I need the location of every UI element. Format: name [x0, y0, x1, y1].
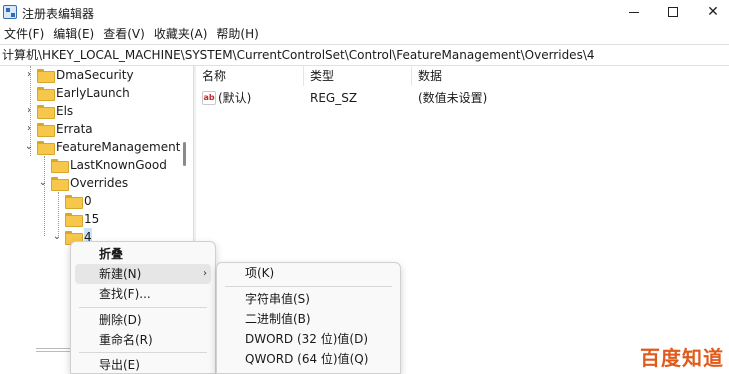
folder-icon	[65, 195, 83, 209]
submenu-item-qword-value[interactable]: QWORD (64 位)值(Q)	[221, 349, 396, 369]
tree-item-label: Errata	[56, 122, 93, 136]
tree-item-label: LastKnownGood	[70, 158, 167, 172]
menu-item-new[interactable]: 新建(N) ›	[75, 264, 211, 284]
menu-item-rename[interactable]: 重命名(R)	[75, 330, 211, 350]
watermark-logo: 百度知道	[640, 346, 724, 370]
menu-bar: 文件(F) 编辑(E) 查看(V) 收藏夹(A) 帮助(H)	[0, 24, 729, 44]
submenu-arrow-icon: ›	[203, 268, 207, 279]
tree-item-errata[interactable]: › Errata	[24, 120, 93, 138]
value-data: (数值未设置)	[418, 91, 488, 105]
submenu-item-dword-value[interactable]: DWORD (32 位)值(D)	[221, 329, 396, 349]
menu-favorites[interactable]: 收藏夹(A)	[150, 24, 212, 44]
title-bar: 注册表编辑器 ✕	[0, 0, 729, 24]
new-submenu: 项(K) 字符串值(S) 二进制值(B) DWORD (32 位)值(D) QW…	[216, 262, 401, 374]
maximize-icon	[668, 7, 678, 17]
folder-icon	[37, 105, 55, 119]
tree-item-label: 15	[84, 212, 100, 226]
folder-icon	[51, 159, 69, 173]
value-row-default[interactable]: ab (默认) REG_SZ (数值未设置)	[196, 88, 729, 108]
column-header-name[interactable]: 名称	[196, 66, 304, 86]
maximize-button[interactable]	[651, 0, 695, 24]
menu-help[interactable]: 帮助(H)	[212, 24, 262, 44]
menu-edit[interactable]: 编辑(E)	[49, 24, 98, 44]
window-title: 注册表编辑器	[22, 7, 95, 21]
submenu-item-binary-value[interactable]: 二进制值(B)	[221, 309, 396, 329]
tree-item-label: Els	[56, 104, 74, 118]
tree-item-label: FeatureManagement	[56, 140, 181, 154]
tree-item-featuremanagement[interactable]: ⌄ FeatureManagement	[24, 138, 180, 156]
menu-separator	[79, 352, 207, 353]
submenu-item-string-value[interactable]: 字符串值(S)	[221, 289, 396, 309]
registry-editor-icon	[3, 5, 17, 19]
tree-item-els[interactable]: › Els	[24, 102, 73, 120]
tree-item-label: EarlyLaunch	[56, 86, 130, 100]
tree-item-label: 0	[84, 194, 92, 208]
collapse-icon[interactable]: ⌄	[24, 138, 34, 156]
minimize-icon	[629, 11, 639, 13]
tree-item-lastknowngood[interactable]: LastKnownGood	[38, 156, 167, 174]
value-type: REG_SZ	[310, 91, 358, 105]
folder-icon	[37, 123, 55, 137]
collapse-icon[interactable]: ⌄	[52, 228, 62, 246]
minimize-button[interactable]	[612, 0, 656, 24]
tree-item-overrides[interactable]: ⌄ Overrides	[38, 174, 128, 192]
menu-separator	[225, 286, 392, 287]
expand-icon	[24, 84, 34, 102]
tree-item-dmasecurity[interactable]: › DmaSecurity	[24, 66, 134, 84]
collapse-icon[interactable]: ⌄	[38, 174, 48, 192]
address-bar[interactable]: 计算机\HKEY_LOCAL_MACHINE\SYSTEM\CurrentCon…	[0, 44, 729, 66]
menu-item-new-label: 新建(N)	[99, 267, 142, 281]
tree-item-earlylaunch[interactable]: EarlyLaunch	[24, 84, 130, 102]
expand-icon	[38, 156, 48, 174]
scrollbar-thumb[interactable]	[183, 142, 186, 166]
menu-item-find[interactable]: 查找(F)...	[75, 284, 211, 304]
expand-icon	[52, 192, 62, 210]
menu-file[interactable]: 文件(F)	[0, 24, 48, 44]
value-name: (默认)	[218, 91, 252, 105]
context-menu: 折叠 新建(N) › 查找(F)... 删除(D) 重命名(R) 导出(E)	[70, 241, 216, 374]
close-icon: ✕	[707, 4, 719, 20]
string-value-icon: ab	[202, 91, 216, 105]
menu-separator	[79, 307, 207, 308]
column-header-type[interactable]: 类型	[304, 66, 412, 86]
expand-icon[interactable]: ›	[24, 66, 34, 84]
folder-icon	[37, 87, 55, 101]
menu-item-collapse[interactable]: 折叠	[75, 244, 211, 264]
folder-icon	[37, 69, 55, 83]
column-header-data[interactable]: 数据	[412, 66, 572, 86]
folder-icon	[65, 213, 83, 227]
submenu-item-key[interactable]: 项(K)	[221, 263, 396, 283]
folder-icon	[51, 177, 69, 191]
tree-item-15[interactable]: 15	[52, 210, 99, 228]
expand-icon[interactable]: ›	[24, 102, 34, 120]
tree-item-0[interactable]: 0	[52, 192, 92, 210]
expand-icon[interactable]: ›	[24, 120, 34, 138]
menu-item-delete[interactable]: 删除(D)	[75, 310, 211, 330]
folder-icon	[37, 141, 55, 155]
menu-view[interactable]: 查看(V)	[99, 24, 149, 44]
expand-icon	[52, 210, 62, 228]
tree-item-label: Overrides	[70, 176, 129, 190]
tree-item-label: DmaSecurity	[56, 68, 134, 82]
menu-item-export[interactable]: 导出(E)	[75, 355, 211, 374]
close-button[interactable]: ✕	[691, 0, 729, 24]
